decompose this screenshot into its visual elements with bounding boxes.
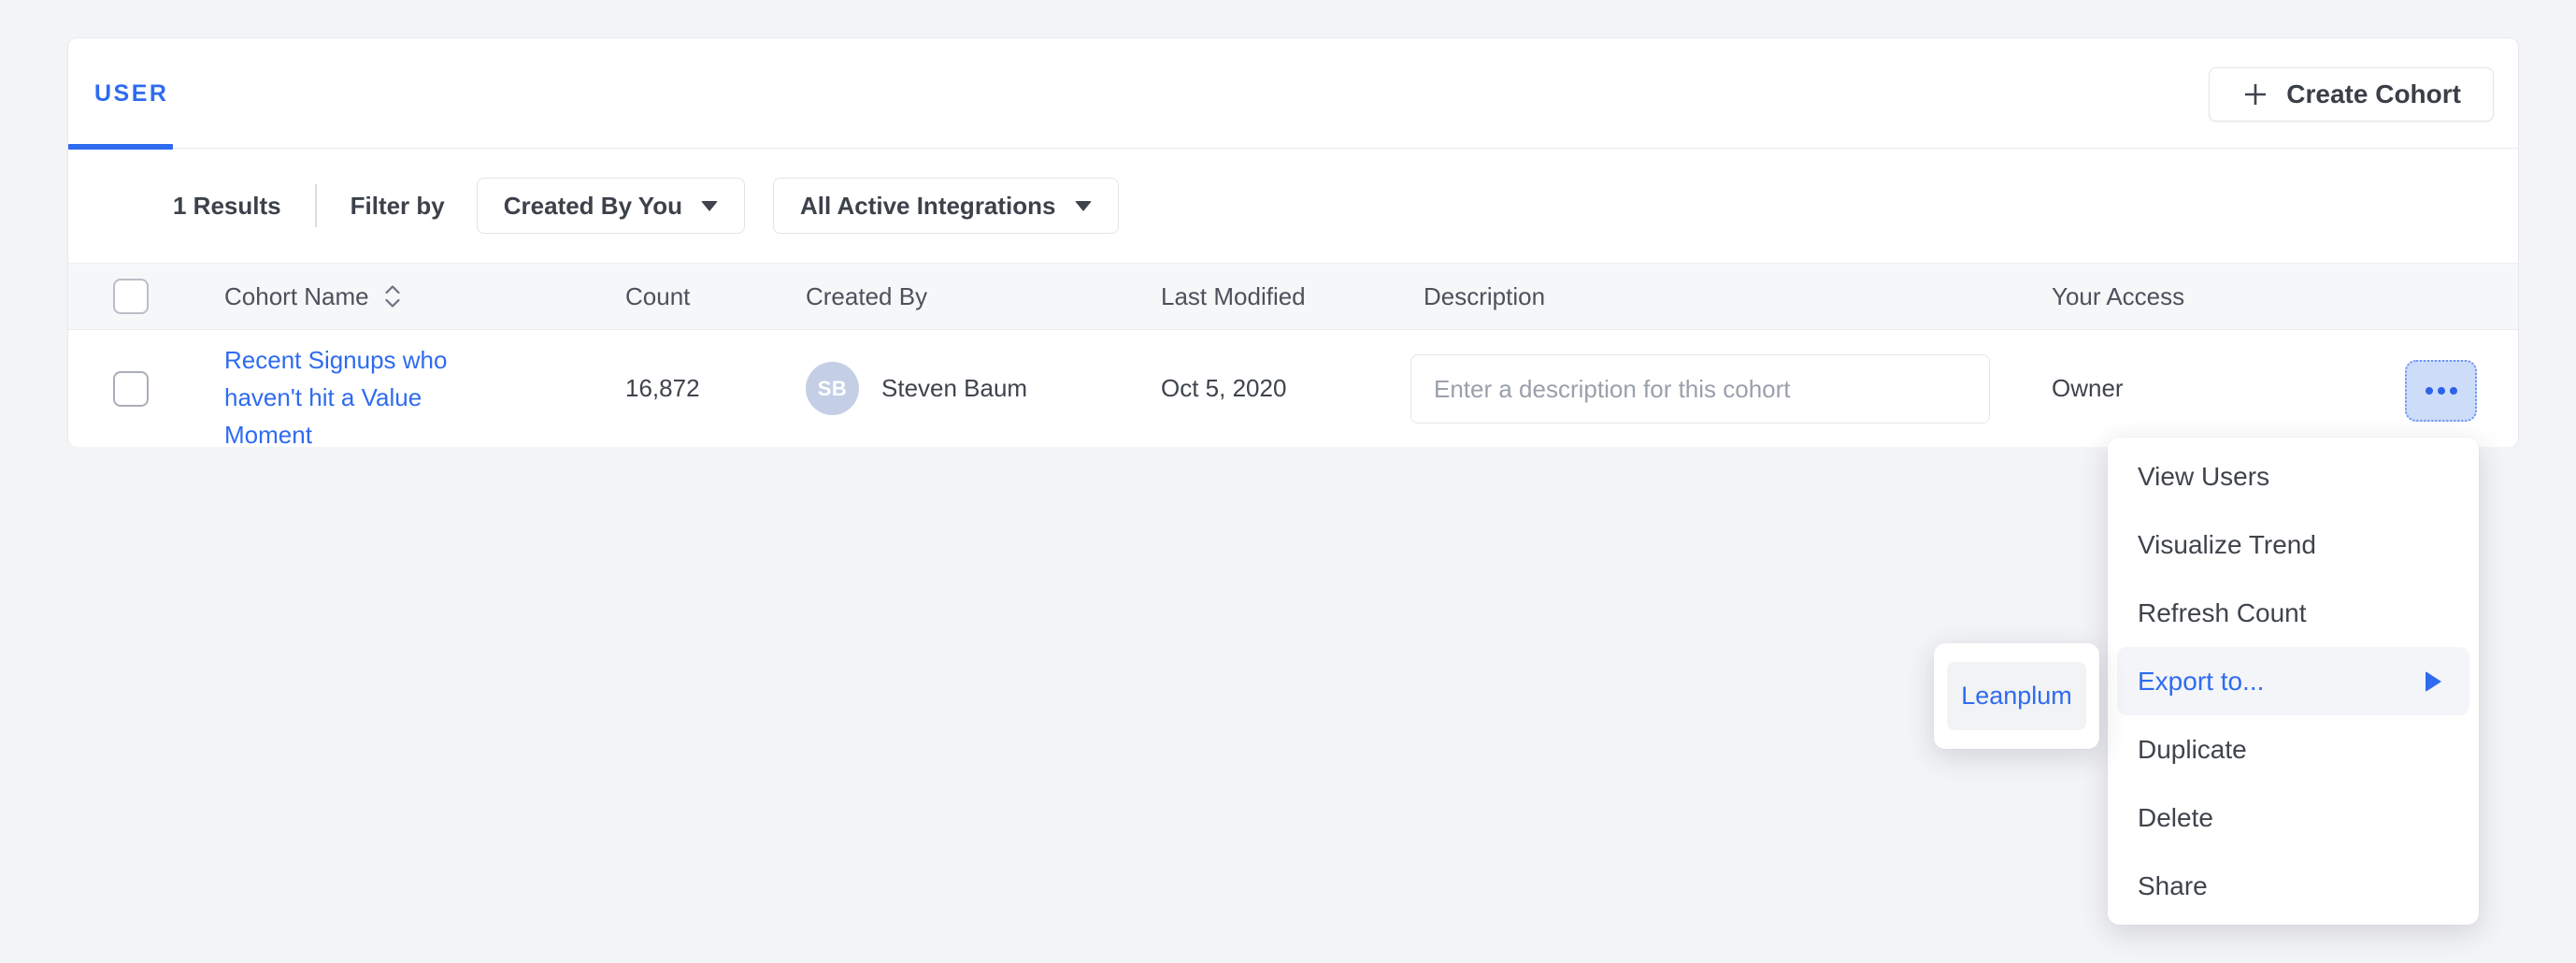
tab-user[interactable]: USER xyxy=(68,38,194,149)
filter-bar: 1 Results Filter by Created By You All A… xyxy=(68,149,2518,263)
menu-item-duplicate[interactable]: Duplicate xyxy=(2108,715,2479,783)
menu-item-share[interactable]: Share xyxy=(2108,852,2479,920)
integrations-dropdown-value: All Active Integrations xyxy=(800,192,1056,221)
ellipsis-icon xyxy=(2438,387,2445,395)
menu-item-export-to[interactable]: Export to... xyxy=(2117,647,2469,715)
integrations-dropdown[interactable]: All Active Integrations xyxy=(773,178,1119,234)
menu-item-delete[interactable]: Delete xyxy=(2108,783,2479,852)
ellipsis-icon xyxy=(2450,387,2457,395)
menu-item-visualize-trend[interactable]: Visualize Trend xyxy=(2108,510,2479,579)
access-cell: Owner xyxy=(2052,330,2124,447)
create-cohort-button[interactable]: Create Cohort xyxy=(2209,67,2494,122)
column-header-last-modified: Last Modified xyxy=(1161,264,1306,329)
filter-by-label: Filter by xyxy=(351,192,445,221)
created-by-dropdown[interactable]: Created By You xyxy=(477,178,745,234)
row-checkbox[interactable] xyxy=(113,371,149,407)
cohorts-card: USER Create Cohort 1 Results Filter by C… xyxy=(67,37,2519,447)
export-submenu: Leanplum xyxy=(1934,643,2099,749)
vertical-divider xyxy=(315,184,317,227)
menu-item-refresh-count[interactable]: Refresh Count xyxy=(2108,579,2479,647)
tab-user-label: USER xyxy=(94,80,168,108)
sort-icon xyxy=(382,283,403,309)
row-actions-button[interactable] xyxy=(2405,360,2477,422)
chevron-down-icon xyxy=(701,201,718,211)
select-all-checkbox[interactable] xyxy=(113,279,149,314)
plus-icon xyxy=(2241,80,2269,108)
row-context-menu: View Users Visualize Trend Refresh Count… xyxy=(2108,438,2479,925)
column-header-your-access: Your Access xyxy=(2052,264,2184,329)
cohorts-page: USER Create Cohort 1 Results Filter by C… xyxy=(0,0,2576,963)
last-modified-cell: Oct 5, 2020 xyxy=(1161,330,1286,447)
column-header-cohort-name[interactable]: Cohort Name xyxy=(224,264,403,329)
column-header-created-by: Created By xyxy=(806,264,927,329)
menu-item-view-users[interactable]: View Users xyxy=(2108,442,2479,510)
submenu-item-leanplum[interactable]: Leanplum xyxy=(1947,662,2086,730)
created-by-cell: SB Steven Baum xyxy=(806,330,1027,447)
chevron-down-icon xyxy=(1075,201,1092,211)
table-row: Recent Signups who haven't hit a Value M… xyxy=(68,330,2518,447)
creator-name: Steven Baum xyxy=(881,374,1027,403)
cohort-name-link[interactable]: Recent Signups who haven't hit a Value M… xyxy=(224,341,469,453)
menu-item-export-to-label: Export to... xyxy=(2138,667,2264,697)
tab-bar: USER Create Cohort xyxy=(68,38,2518,149)
submenu-arrow-icon xyxy=(2426,671,2441,692)
ellipsis-icon xyxy=(2426,387,2433,395)
cohort-count: 16,872 xyxy=(625,330,700,447)
table-header: Cohort Name Count Created By Last Modifi… xyxy=(68,263,2518,330)
results-count: 1 Results xyxy=(173,192,281,221)
column-header-count: Count xyxy=(625,264,690,329)
created-by-dropdown-value: Created By You xyxy=(504,192,682,221)
column-header-description: Description xyxy=(1424,264,1545,329)
create-cohort-label: Create Cohort xyxy=(2286,79,2461,109)
description-input[interactable] xyxy=(1410,354,1990,424)
avatar: SB xyxy=(806,362,859,415)
